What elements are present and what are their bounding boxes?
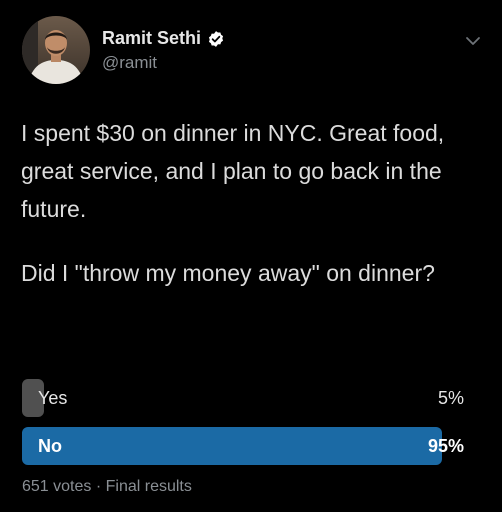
avatar[interactable] — [22, 16, 90, 84]
poll-option-no: No 95% — [22, 427, 464, 465]
author-name[interactable]: Ramit Sethi — [102, 28, 201, 49]
poll-meta-separator: · — [95, 478, 102, 495]
tweet-text-paragraph: I spent $30 on dinner in NYC. Great food… — [21, 120, 445, 222]
verified-badge-icon — [207, 30, 225, 48]
poll-status: Final results — [105, 478, 192, 495]
poll-option-label: Yes — [38, 388, 68, 408]
poll-meta: 651 votes · Final results — [22, 478, 192, 496]
author-name-row: Ramit Sethi — [102, 28, 225, 49]
tweet-card: Ramit Sethi @ramit I spent $30 on dinner… — [0, 0, 502, 512]
poll-vote-count: 651 votes — [22, 478, 92, 495]
poll-bar-no — [22, 427, 442, 465]
author-handle[interactable]: @ramit — [102, 53, 157, 73]
poll-option-label: No — [38, 436, 62, 456]
tweet-text-paragraph: Did I "throw my money away" on dinner? — [21, 260, 435, 286]
poll-option-percent: 5% — [437, 388, 464, 408]
chevron-down-icon[interactable] — [462, 30, 484, 52]
poll-option-yes: Yes 5% — [22, 379, 464, 417]
avatar-photo — [22, 16, 90, 84]
poll-option-percent: 95% — [427, 436, 464, 456]
